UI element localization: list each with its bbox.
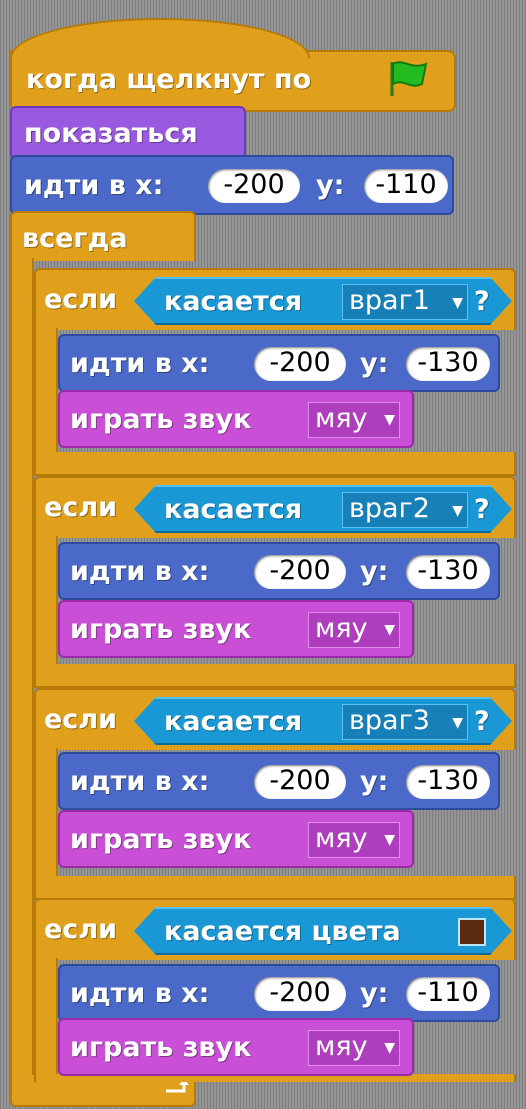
touching-label: касается bbox=[164, 706, 303, 737]
green-flag-icon bbox=[386, 58, 430, 102]
touching-label: касается bbox=[164, 286, 303, 317]
touching-block[interactable]: касается враг2 ▼ ? bbox=[134, 485, 512, 533]
touching-color-label: касается цвета bbox=[164, 916, 401, 947]
play-sound-label: играть звук bbox=[70, 404, 252, 435]
dropdown-arrow-icon: ▼ bbox=[384, 1040, 395, 1056]
y-label: y: bbox=[360, 766, 389, 797]
question-mark: ? bbox=[474, 706, 490, 737]
if-foot bbox=[34, 664, 516, 688]
dropdown-arrow-icon: ▼ bbox=[384, 412, 395, 428]
go-to-xy-block[interactable]: идти в x: -200 y: -110 bbox=[10, 155, 454, 215]
sound-dropdown[interactable]: мяу ▼ bbox=[308, 822, 400, 858]
y-input[interactable]: -110 bbox=[406, 977, 490, 1011]
if-block[interactable]: если касается враг3 ▼ ? bbox=[34, 688, 516, 750]
if-arm bbox=[34, 958, 58, 1076]
y-input[interactable]: -130 bbox=[406, 765, 490, 799]
show-block[interactable]: показаться bbox=[10, 106, 246, 160]
sound-dropdown[interactable]: мяу ▼ bbox=[308, 612, 400, 648]
go-to-xy-block[interactable]: идти в x: -200 y: -130 bbox=[58, 542, 500, 600]
hat-cap bbox=[10, 18, 310, 58]
touching-target-dropdown[interactable]: враг1 ▼ bbox=[342, 284, 468, 320]
sound-value: мяу bbox=[315, 403, 368, 434]
if-label: если bbox=[44, 914, 118, 945]
if-arm bbox=[34, 328, 58, 454]
target-value: враг3 bbox=[349, 705, 430, 736]
dropdown-arrow-icon: ▼ bbox=[452, 503, 463, 519]
if-label: если bbox=[44, 284, 118, 315]
forever-label: всегда bbox=[22, 223, 128, 254]
sound-value: мяу bbox=[315, 1031, 368, 1062]
touching-target-dropdown[interactable]: враг2 ▼ bbox=[342, 492, 468, 528]
go-to-label: идти в x: bbox=[24, 170, 164, 201]
play-sound-block[interactable]: играть звук мяу ▼ bbox=[58, 600, 414, 658]
hat-label: когда щелкнут по bbox=[26, 64, 312, 95]
sound-dropdown[interactable]: мяу ▼ bbox=[308, 1030, 400, 1066]
question-mark: ? bbox=[474, 494, 490, 525]
sound-dropdown[interactable]: мяу ▼ bbox=[308, 402, 400, 438]
x-input[interactable]: -200 bbox=[208, 169, 300, 203]
dropdown-arrow-icon: ▼ bbox=[452, 715, 463, 731]
forever-arm bbox=[10, 258, 34, 1078]
go-to-label: идти в x: bbox=[70, 348, 210, 379]
touching-block[interactable]: касается враг3 ▼ ? bbox=[134, 697, 512, 745]
play-sound-block[interactable]: играть звук мяу ▼ bbox=[58, 390, 414, 448]
play-sound-label: играть звук bbox=[70, 1032, 252, 1063]
question-mark: ? bbox=[474, 286, 490, 317]
when-flag-clicked-block[interactable]: когда щелкнут по bbox=[10, 50, 456, 112]
y-label: y: bbox=[360, 556, 389, 587]
y-label: y: bbox=[360, 978, 389, 1009]
play-sound-block[interactable]: играть звук мяу ▼ bbox=[58, 1018, 414, 1076]
go-to-label: идти в x: bbox=[70, 556, 210, 587]
y-input[interactable]: -110 bbox=[364, 169, 448, 203]
show-label: показаться bbox=[24, 118, 198, 149]
target-value: враг1 bbox=[349, 285, 430, 316]
if-block[interactable]: если касается враг2 ▼ ? bbox=[34, 476, 516, 538]
if-block[interactable]: если касается цвета bbox=[34, 898, 516, 960]
x-input[interactable]: -200 bbox=[254, 555, 346, 589]
if-foot bbox=[34, 452, 516, 476]
play-sound-label: играть звук bbox=[70, 614, 252, 645]
y-label: y: bbox=[360, 348, 389, 379]
sound-value: мяу bbox=[315, 823, 368, 854]
target-value: враг2 bbox=[349, 493, 430, 524]
go-to-label: идти в x: bbox=[70, 978, 210, 1009]
dropdown-arrow-icon: ▼ bbox=[384, 622, 395, 638]
if-label: если bbox=[44, 704, 118, 735]
play-sound-block[interactable]: играть звук мяу ▼ bbox=[58, 810, 414, 868]
go-to-xy-block[interactable]: идти в x: -200 y: -130 bbox=[58, 334, 500, 392]
touching-target-dropdown[interactable]: враг3 ▼ bbox=[342, 704, 468, 740]
touching-block[interactable]: касается враг1 ▼ ? bbox=[134, 277, 512, 325]
touching-label: касается bbox=[164, 494, 303, 525]
if-arm bbox=[34, 748, 58, 878]
y-label: y: bbox=[316, 170, 345, 201]
go-to-label: идти в x: bbox=[70, 766, 210, 797]
go-to-xy-block[interactable]: идти в x: -200 y: -110 bbox=[58, 964, 500, 1022]
x-input[interactable]: -200 bbox=[254, 765, 346, 799]
play-sound-label: играть звук bbox=[70, 824, 252, 855]
y-input[interactable]: -130 bbox=[406, 347, 490, 381]
sound-value: мяу bbox=[315, 613, 368, 644]
if-block[interactable]: если касается враг1 ▼ ? bbox=[34, 268, 516, 330]
if-label: если bbox=[44, 492, 118, 523]
go-to-xy-block[interactable]: идти в x: -200 y: -130 bbox=[58, 752, 500, 810]
x-input[interactable]: -200 bbox=[254, 977, 346, 1011]
forever-block[interactable]: всегда bbox=[10, 211, 196, 261]
color-swatch[interactable] bbox=[458, 918, 486, 946]
dropdown-arrow-icon: ▼ bbox=[384, 832, 395, 848]
y-input[interactable]: -130 bbox=[406, 555, 490, 589]
touching-color-block[interactable]: касается цвета bbox=[134, 907, 512, 955]
if-foot bbox=[34, 876, 516, 900]
if-arm bbox=[34, 536, 58, 666]
dropdown-arrow-icon: ▼ bbox=[452, 295, 463, 311]
x-input[interactable]: -200 bbox=[254, 347, 346, 381]
